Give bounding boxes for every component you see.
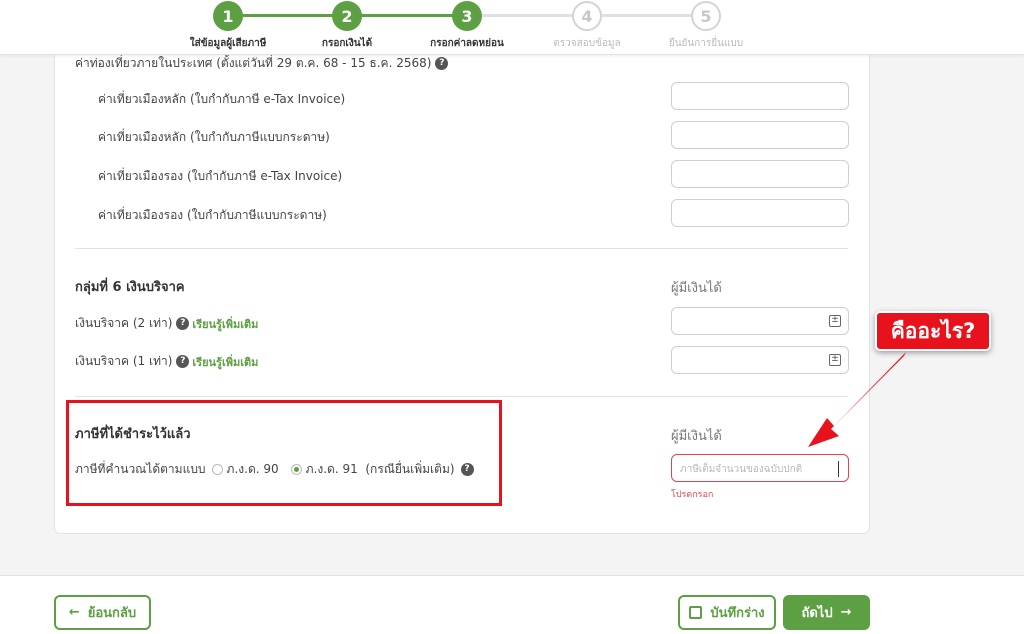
donation-2x-label: เงินบริจาค (2 เท่า): [75, 316, 173, 330]
text-caret: [838, 461, 839, 477]
learn-more-link[interactable]: เรียนรู้เพิ่มเติม: [192, 318, 258, 331]
calculator-icon[interactable]: ±: [829, 354, 841, 366]
travel-heading-text: ค่าท่องเที่ยวภายในประเทศ (ตั้งแต่วันที่ …: [75, 56, 432, 70]
progress-stepper: 1 ใส่ข้อมูลผู้เสียภาษี 2 กรอกเงินได้ 3 ก…: [0, 0, 1024, 55]
tax-paid-column-head: ผู้มีเงินได้: [671, 429, 722, 444]
travel-main-paper-input[interactable]: [671, 121, 849, 149]
help-icon[interactable]: ?: [176, 317, 190, 330]
arrow-left-icon: ←: [68, 605, 80, 620]
step-3[interactable]: 3 กรอกค่าลดหย่อน: [407, 1, 527, 51]
donation-1x-input[interactable]: ±: [671, 346, 849, 374]
step-1[interactable]: 1 ใส่ข้อมูลผู้เสียภาษี: [168, 1, 288, 51]
next-button[interactable]: ถัดไป →: [783, 595, 870, 630]
travel-row-4-label: ค่าเที่ยวเมืองรอง (ใบกำกับภาษีแบบกระดาษ): [98, 208, 327, 222]
step-4-label: ตรวจสอบข้อมูล: [553, 38, 621, 49]
donation-2x-row: เงินบริจาค (2 เท่า)? เรียนรู้เพิ่มเติม: [75, 314, 258, 333]
travel-heading: ค่าท่องเที่ยวภายในประเทศ (ตั้งแต่วันที่ …: [75, 54, 449, 73]
back-button-label: ย้อนกลับ: [87, 606, 137, 621]
tax-full-amount-placeholder: ภาษีเต็มจำนวนของฉบับปกติ: [680, 464, 803, 475]
error-message: โปรดกรอก: [671, 490, 714, 500]
step-2-label: กรอกเงินได้: [321, 38, 373, 49]
arrow-right-icon: →: [840, 605, 852, 620]
highlight-box: [66, 400, 502, 506]
step-3-circle: 3: [452, 1, 482, 31]
travel-row-1-label: ค่าเที่ยวเมืองหลัก (ใบกำกับภาษี e-Tax In…: [98, 92, 346, 106]
step-3-label: กรอกค่าลดหย่อน: [430, 38, 504, 49]
step-5-circle: 5: [691, 1, 721, 31]
next-button-label: ถัดไป: [801, 606, 833, 621]
help-icon[interactable]: ?: [176, 355, 190, 368]
step-5: 5 ยืนยันการยื่นแบบ: [646, 1, 766, 51]
floppy-disk-icon: [689, 606, 703, 619]
travel-secondary-paper-input[interactable]: [671, 199, 849, 227]
tax-filing-page: 1 ใส่ข้อมูลผู้เสียภาษี 2 กรอกเงินได้ 3 ก…: [0, 0, 1024, 634]
travel-row-2-label: ค่าเที่ยวเมืองหลัก (ใบกำกับภาษีแบบกระดาษ…: [98, 130, 330, 144]
section-divider: [75, 396, 848, 397]
step-2-circle: 2: [332, 1, 362, 31]
step-2[interactable]: 2 กรอกเงินได้: [287, 1, 407, 51]
donation-column-head: ผู้มีเงินได้: [671, 281, 722, 296]
donation-group-title: กลุ่มที่ 6 เงินบริจาค: [75, 280, 185, 295]
annotation-callout: คืออะไร?: [875, 311, 991, 351]
save-draft-label: บันทึกร่าง: [710, 606, 765, 621]
step-1-circle: 1: [213, 1, 243, 31]
step-4-circle: 4: [572, 1, 602, 31]
donation-1x-row: เงินบริจาค (1 เท่า)? เรียนรู้เพิ่มเติม: [75, 352, 258, 371]
travel-main-etax-input[interactable]: [671, 82, 849, 110]
travel-row-3-label: ค่าเที่ยวเมืองรอง (ใบกำกับภาษี e-Tax Inv…: [98, 169, 343, 183]
save-draft-button[interactable]: บันทึกร่าง: [678, 595, 776, 630]
step-5-label: ยืนยันการยื่นแบบ: [668, 38, 744, 49]
step-4: 4 ตรวจสอบข้อมูล: [527, 1, 647, 51]
calculator-icon[interactable]: ±: [829, 315, 841, 327]
donation-1x-label: เงินบริจาค (1 เท่า): [75, 354, 173, 368]
donation-2x-input[interactable]: ±: [671, 307, 849, 335]
back-button[interactable]: ← ย้อนกลับ: [54, 595, 151, 630]
step-1-label: ใส่ข้อมูลผู้เสียภาษี: [189, 38, 267, 49]
section-divider: [75, 248, 848, 249]
learn-more-link[interactable]: เรียนรู้เพิ่มเติม: [192, 356, 258, 369]
travel-secondary-etax-input[interactable]: [671, 160, 849, 188]
help-icon[interactable]: ?: [435, 57, 449, 70]
footer-bar: ← ย้อนกลับ บันทึกร่าง ถัดไป →: [0, 575, 1024, 634]
